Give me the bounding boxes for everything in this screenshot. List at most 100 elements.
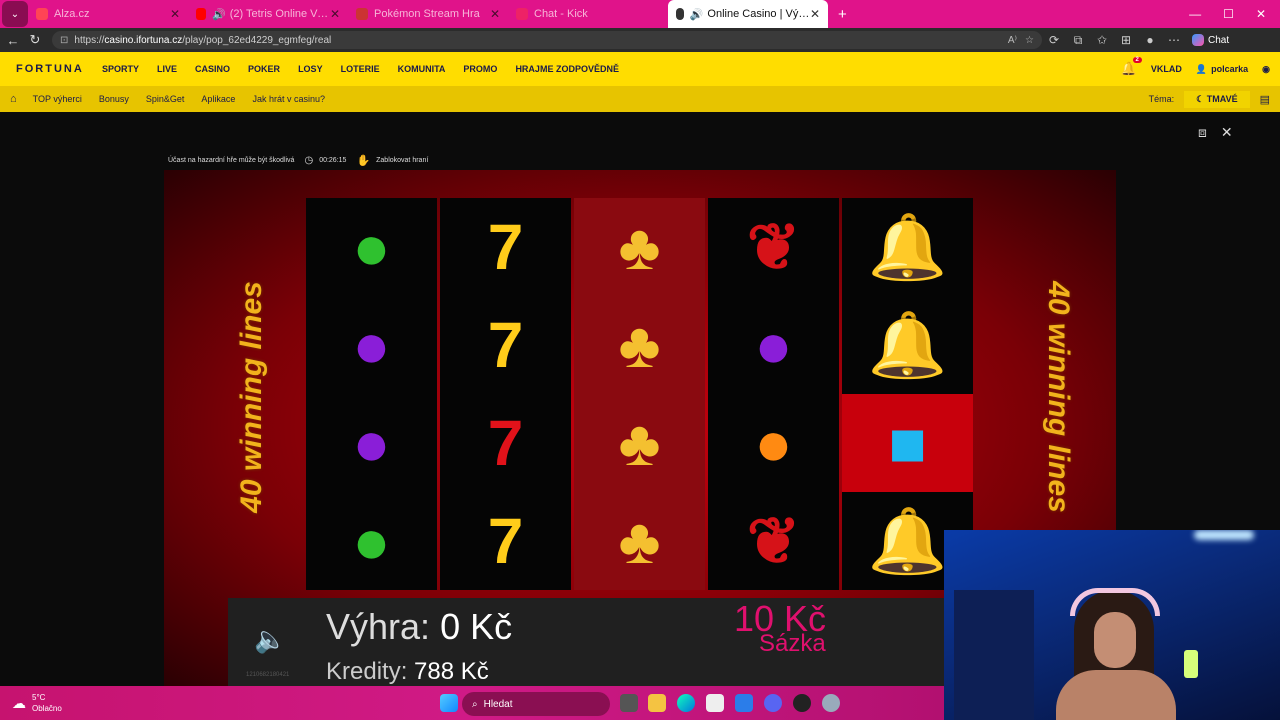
fullscreen-icon[interactable]: ⧈ — [1198, 124, 1207, 141]
tab-3[interactable]: Pokémon Stream Hra ✕ — [348, 0, 508, 28]
seven-yellow-symbol-icon: 7 — [440, 492, 571, 590]
gambling-warning: Účast na hazardní hře může být škodlivá — [168, 156, 295, 164]
task-view-icon[interactable] — [620, 694, 638, 712]
store-icon[interactable] — [706, 694, 724, 712]
minimize-icon[interactable]: — — [1189, 7, 1201, 21]
chat-bubble-icon[interactable]: ▤ — [1260, 93, 1270, 106]
sound-toggle-icon[interactable]: 🔈 — [254, 624, 286, 655]
username: polcarka — [1211, 64, 1249, 74]
browser-tab-strip: ⌄ Alza.cz ✕ 🔊 (2) Tetris Online Vypnuto … — [0, 0, 1280, 28]
tab-1[interactable]: Alza.cz ✕ — [28, 0, 188, 28]
new-tab-button[interactable]: + — [838, 6, 847, 23]
nav-live[interactable]: LIVE — [157, 64, 177, 74]
read-aloud-icon[interactable]: A⁾ — [1008, 35, 1017, 46]
speaker-icon[interactable]: 🔊 — [212, 8, 226, 21]
file-explorer-icon[interactable] — [648, 694, 666, 712]
edge-browser-icon[interactable] — [677, 694, 695, 712]
theme-toggle[interactable]: ☾ TMAVÉ — [1184, 90, 1250, 108]
refresh-icon[interactable]: ↻ — [24, 32, 46, 48]
eye-icon[interactable]: ◉ — [1262, 64, 1270, 75]
subnav-spin-get[interactable]: Spin&Get — [146, 94, 185, 104]
nav-hrajme-zodpovedne[interactable]: HRAJME ZODPOVĚDNĚ — [515, 64, 619, 74]
weather-widget[interactable]: ☁ 5°C Oblačno — [12, 692, 62, 714]
discord-icon[interactable] — [764, 694, 782, 712]
nav-loterie[interactable]: LOTERIE — [341, 64, 380, 74]
reel-3: ♣ ♣ ♣ ♣ — [574, 198, 705, 590]
treasure-chest-glyph: ■ — [888, 407, 927, 479]
user-menu[interactable]: 👤 polcarka — [1196, 64, 1248, 75]
fruit-basket-glyph: ♣ — [618, 211, 661, 283]
notifications-bell-icon[interactable]: 🔔 2 — [1121, 57, 1142, 77]
weather-condition: Oblačno — [32, 704, 62, 713]
fruit-basket-symbol-icon: ♣ — [574, 296, 705, 394]
subnav-top-vyherci[interactable]: TOP výherci — [33, 94, 82, 104]
fortuna-logo[interactable]: FORTUNA — [16, 63, 102, 75]
more-menu-icon[interactable]: ⋯ — [1162, 33, 1186, 47]
bell-glyph: 🔔 — [867, 211, 948, 283]
favorite-star-icon[interactable]: ☆ — [1025, 35, 1034, 46]
subnav-bonusy[interactable]: Bonusy — [99, 94, 129, 104]
fruit-basket-symbol-icon: ♣ — [574, 198, 705, 296]
copilot-chat-button[interactable]: Chat — [1192, 34, 1229, 46]
seven-yellow-glyph: 7 — [487, 505, 524, 577]
tab-active-casino[interactable]: 🔊 Online Casino | Výherní Autom... ✕ — [668, 0, 828, 28]
seven-red-symbol-icon: 7 — [440, 394, 571, 492]
cherries-symbol-icon: ❦ — [708, 492, 839, 590]
address-bar-row: ← ↻ ⊡ https://casino.ifortuna.cz/play/po… — [0, 28, 1280, 52]
collections-icon[interactable]: ⊞ — [1114, 33, 1138, 47]
moon-icon: ☾ — [1196, 93, 1205, 104]
copilot-icon — [1192, 34, 1204, 46]
deposit-button[interactable]: VKLAD — [1151, 64, 1182, 74]
fruit-basket-symbol-icon: ♣ — [574, 394, 705, 492]
credit-value: 788 Kč — [414, 658, 489, 685]
close-tab-icon[interactable]: ✕ — [490, 7, 500, 21]
seven-yellow-glyph: 7 — [487, 309, 524, 381]
windows-start-icon[interactable] — [440, 694, 458, 712]
fruit-basket-glyph: ♣ — [618, 505, 661, 577]
tab-favicon-icon — [516, 8, 528, 20]
fruit-basket-symbol-icon: ♣ — [574, 492, 705, 590]
close-tab-icon[interactable]: ✕ — [170, 7, 180, 21]
nav-promo[interactable]: PROMO — [463, 64, 497, 74]
plum-symbol-icon: ● — [708, 296, 839, 394]
bell-glyph: 🔔 — [867, 309, 948, 381]
subnav-aplikace[interactable]: Aplikace — [201, 94, 235, 104]
nav-losy[interactable]: LOSY — [298, 64, 323, 74]
tab-actions-menu-icon[interactable]: ⌄ — [2, 1, 28, 27]
speaker-icon[interactable]: 🔊 — [690, 8, 704, 21]
home-icon[interactable]: ⌂ — [10, 93, 17, 105]
profile-avatar-icon[interactable]: ● — [1138, 33, 1162, 47]
close-tab-icon[interactable]: ✕ — [330, 7, 340, 21]
search-label: Hledat — [483, 698, 513, 710]
win-display: Výhra: 0 Kč — [326, 606, 512, 648]
site-info-icon[interactable]: ⊡ — [60, 35, 68, 46]
back-icon[interactable]: ← — [2, 33, 24, 48]
plum-glyph: ● — [352, 407, 391, 479]
hand-stop-icon[interactable]: ✋ — [356, 154, 370, 167]
close-tab-icon[interactable]: ✕ — [810, 7, 820, 21]
block-play-link[interactable]: Zablokovat hraní — [376, 157, 428, 164]
close-game-icon[interactable]: ✕ — [1221, 124, 1233, 141]
tab-2[interactable]: 🔊 (2) Tetris Online Vypnuto ✕ — [188, 0, 348, 28]
url-field[interactable]: ⊡ https://casino.ifortuna.cz/play/pop_62… — [52, 31, 1042, 49]
obs-icon[interactable] — [793, 694, 811, 712]
close-window-icon[interactable]: ✕ — [1256, 7, 1266, 21]
nav-poker[interactable]: POKER — [248, 64, 280, 74]
nav-sporty[interactable]: SPORTY — [102, 64, 139, 74]
taskbar-search[interactable]: ⌕ Hledat — [462, 692, 610, 716]
extensions-icon[interactable]: ⟳ — [1042, 33, 1066, 47]
tab-title: Alza.cz — [54, 8, 90, 20]
subnav-jak-hrat[interactable]: Jak hrát v casinu? — [252, 94, 325, 104]
split-screen-icon[interactable]: ⧉ — [1066, 33, 1090, 48]
cherries-symbol-icon: ❦ — [708, 198, 839, 296]
nav-komunita[interactable]: KOMUNITA — [398, 64, 446, 74]
treasure-chest-symbol-icon: ■ — [842, 394, 973, 492]
mail-icon[interactable] — [735, 694, 753, 712]
nav-casino[interactable]: CASINO — [195, 64, 230, 74]
responsible-gaming-bar: Účast na hazardní hře může být škodlivá … — [168, 152, 428, 168]
maximize-icon[interactable]: ☐ — [1223, 7, 1234, 21]
settings-gear-icon[interactable] — [822, 694, 840, 712]
tab-4[interactable]: Chat - Kick — [508, 0, 668, 28]
youtube-icon — [196, 8, 206, 20]
favorites-icon[interactable]: ✩ — [1090, 33, 1114, 47]
